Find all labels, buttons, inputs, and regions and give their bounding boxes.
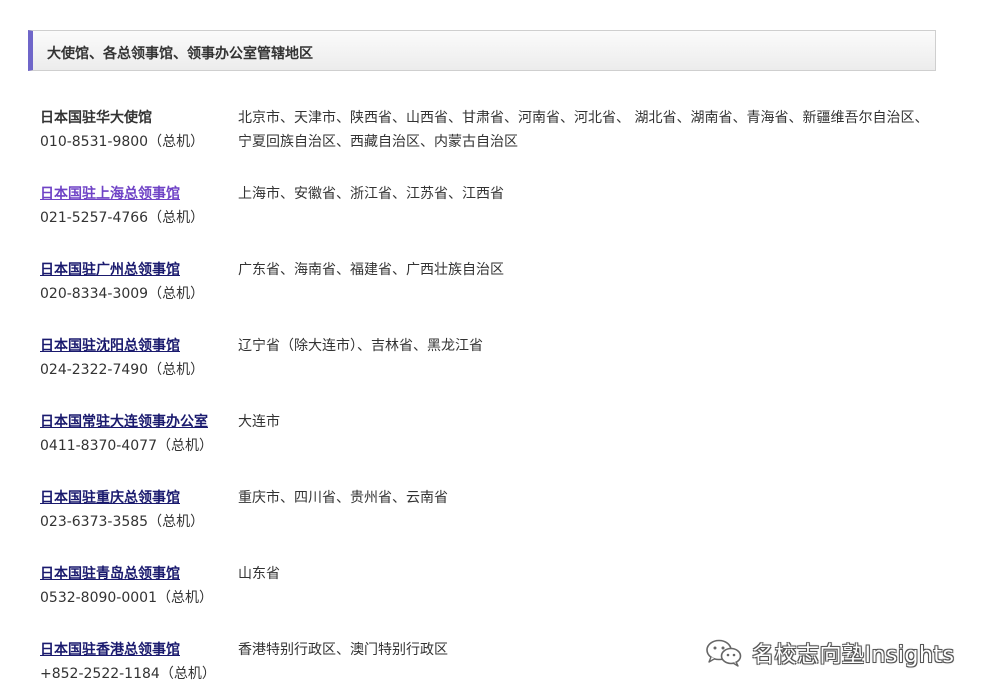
office-name: 日本国驻华大使馆 — [40, 110, 152, 126]
watermark-text: 名校志向塾Insights — [752, 643, 955, 668]
page: 大使馆、各总领事馆、领事办公室管辖地区 日本国驻华大使馆 010-8531-98… — [0, 0, 994, 698]
office-phone: 0532-8090-0001（总机） — [40, 590, 213, 606]
office-phone: 023-6373-3585（总机） — [40, 514, 205, 530]
office-link-hongkong[interactable]: 日本国驻香港总领事馆 — [40, 640, 180, 660]
office-phone: 024-2322-7490（总机） — [40, 362, 205, 378]
office-link-shanghai[interactable]: 日本国驻上海总领事馆 — [40, 184, 180, 204]
section-header: 大使馆、各总领事馆、领事办公室管辖地区 — [28, 30, 936, 71]
office-phone: 021-5257-4766（总机） — [40, 210, 205, 226]
wechat-icon — [706, 639, 742, 667]
office-phone: 0411-8370-4077（总机） — [40, 438, 213, 454]
office-jurisdiction: 北京市、天津市、陕西省、山西省、甘肃省、河南省、河北省、 湖北省、湖南省、青海省… — [238, 110, 929, 150]
office-jurisdiction: 上海市、安徽省、浙江省、江苏省、江西省 — [238, 186, 504, 202]
office-link-chongqing[interactable]: 日本国驻重庆总领事馆 — [40, 488, 180, 508]
office-link-guangzhou[interactable]: 日本国驻广州总领事馆 — [40, 260, 180, 280]
office-jurisdiction: 重庆市、四川省、贵州省、云南省 — [238, 490, 448, 506]
office-jurisdiction: 辽宁省（除大连市）、吉林省、黑龙江省 — [238, 338, 483, 354]
section-title: 大使馆、各总领事馆、领事办公室管辖地区 — [47, 46, 313, 62]
watermark: 名校志向塾Insights — [704, 636, 955, 670]
office-phone: +852-2522-1184（总机） — [40, 666, 216, 682]
office-link-dalian[interactable]: 日本国常驻大连领事办公室 — [40, 412, 208, 432]
office-jurisdiction: 大连市 — [238, 414, 280, 430]
office-phone: 020-8334-3009（总机） — [40, 286, 205, 302]
office-link-shenyang[interactable]: 日本国驻沈阳总领事馆 — [40, 336, 180, 356]
office-jurisdiction: 广东省、海南省、福建省、广西壮族自治区 — [238, 262, 504, 278]
office-phone: 010-8531-9800（总机） — [40, 134, 205, 150]
office-link-qingdao[interactable]: 日本国驻青岛总领事馆 — [40, 564, 180, 584]
office-jurisdiction: 山东省 — [238, 566, 280, 582]
